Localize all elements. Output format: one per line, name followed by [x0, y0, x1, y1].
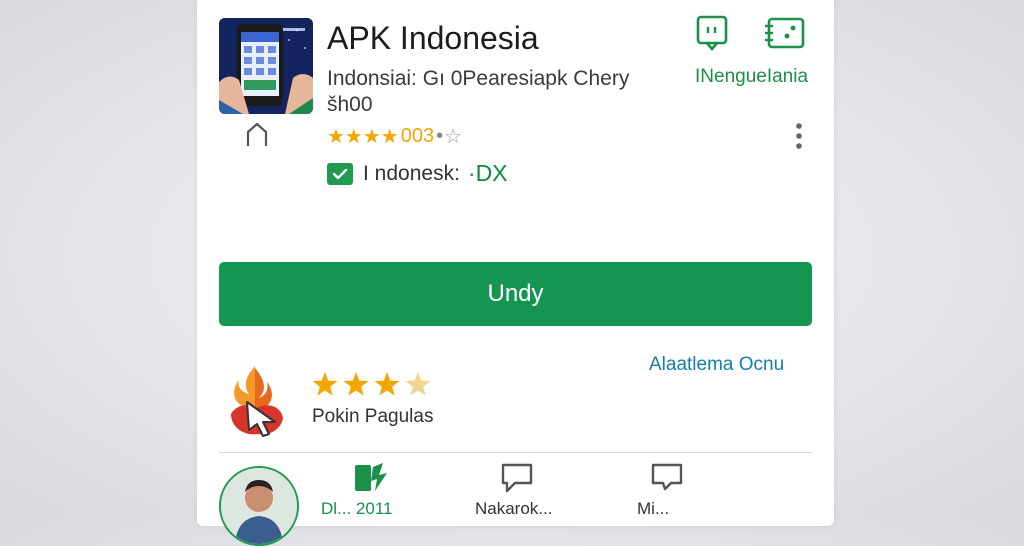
tab-label[interactable]: Mi...: [637, 499, 669, 519]
star-filled-icon: [343, 372, 369, 396]
review-label: Pokin Pagulas: [312, 406, 434, 427]
rating-count: 003: [400, 124, 435, 147]
badge-text: I ndonesk:: [363, 161, 460, 185]
rating-stars: ★★★★: [327, 125, 399, 148]
phone-arrow-icon[interactable]: [351, 461, 391, 500]
star-filled-icon: [374, 372, 400, 396]
top-link[interactable]: INengueIania: [695, 66, 808, 88]
app-subtitle-line1: Indonsiai: Gı 0Pearesiapk Chery: [327, 67, 630, 90]
home-icon[interactable]: [245, 122, 269, 153]
star-empty-icon: [405, 372, 431, 396]
review-link[interactable]: Alaatlema Ocnu: [649, 354, 784, 376]
notebook-icon[interactable]: [763, 14, 807, 57]
app-icon[interactable]: [219, 18, 313, 114]
flame-cursor-logo-icon: [225, 362, 289, 443]
avatar[interactable]: [219, 466, 299, 546]
rating-row: ★★★★ 003 • ☆: [327, 124, 462, 148]
empty-star-icon: ☆: [444, 125, 463, 148]
divider: [219, 452, 812, 453]
verified-badge-row: I ndonesk: ·DX: [327, 160, 508, 187]
app-subtitle: Indonsiai: Gı 0Pearesiapk Chery šh00: [327, 66, 657, 118]
review-stars: [311, 370, 435, 400]
app-subtitle-line2: šh00: [327, 93, 373, 116]
chat-icon[interactable]: [649, 461, 685, 500]
device-icon[interactable]: [695, 14, 729, 57]
chat-icon[interactable]: [499, 461, 535, 500]
rating-separator: •: [436, 124, 444, 147]
app-details-card: APK Indonesia Indonsiai: Gı 0Pearesiapk …: [197, 0, 834, 546]
app-title: APK Indonesia: [327, 20, 539, 56]
tab-label[interactable]: Dl... 2011: [321, 499, 393, 519]
star-filled-icon: [312, 372, 338, 396]
more-options-icon[interactable]: [795, 122, 803, 155]
checkmark-icon: [327, 162, 353, 185]
install-button[interactable]: Undy: [219, 262, 812, 326]
badge-code: ·DX: [467, 160, 508, 186]
tab-label[interactable]: Nakarok...: [475, 499, 552, 519]
